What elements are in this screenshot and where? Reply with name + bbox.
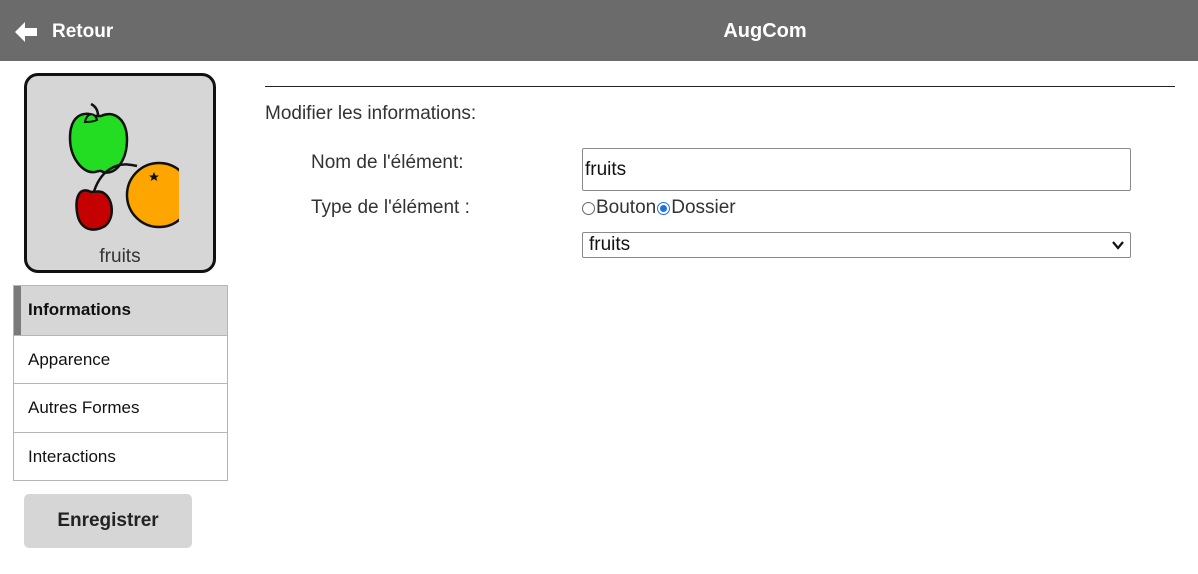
radio-dossier-label[interactable]: Dossier — [671, 197, 735, 219]
nav-item-informations[interactable]: Informations — [14, 286, 227, 335]
save-button[interactable]: Enregistrer — [24, 494, 192, 548]
element-type-radio-group: Bouton Dossier — [582, 196, 736, 220]
nav-item-autres-formes[interactable]: Autres Formes — [14, 383, 227, 432]
top-bar: Retour AugCom — [0, 0, 1198, 61]
radio-bouton-label[interactable]: Bouton — [596, 197, 656, 219]
back-label: Retour — [52, 21, 114, 42]
divider — [265, 86, 1175, 87]
tile-label: fruits — [99, 246, 141, 267]
radio-bouton[interactable] — [582, 201, 595, 215]
radio-dossier[interactable] — [657, 201, 671, 215]
folder-select-value: fruits — [589, 234, 631, 255]
element-tile-preview: fruits — [24, 73, 216, 273]
nav-item-interactions[interactable]: Interactions — [14, 431, 227, 481]
nav-item-apparence[interactable]: Apparence — [14, 334, 227, 384]
element-name-input[interactable] — [582, 148, 1131, 191]
type-label: Type de l'élément : — [311, 197, 470, 218]
back-button[interactable]: Retour — [14, 16, 113, 48]
app-title: AugCom — [723, 20, 807, 42]
section-title: Modifier les informations: — [265, 103, 477, 124]
chevron-down-icon — [1112, 241, 1124, 250]
name-label: Nom de l'élément: — [311, 152, 464, 173]
arrow-left-icon — [15, 22, 37, 42]
side-nav: Informations Apparence Autres Formes Int… — [13, 285, 228, 481]
fruits-icon — [68, 102, 179, 231]
folder-select[interactable]: fruits — [582, 232, 1131, 258]
